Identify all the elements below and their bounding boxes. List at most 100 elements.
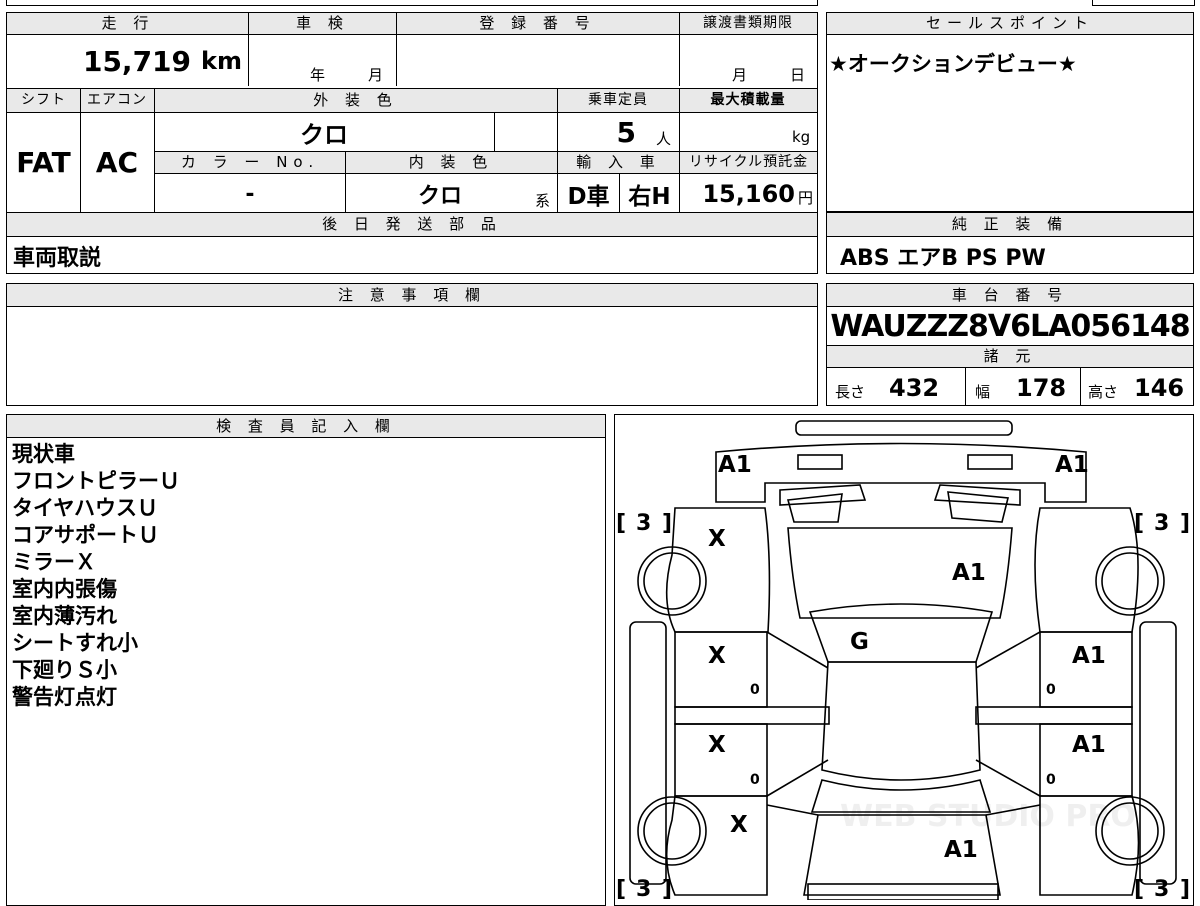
mark-front-left-pillar: A1 [718,452,752,478]
grille-left-shape [786,493,843,523]
inspector-note: 下廻りＳ小 [12,658,117,682]
width-label: 幅 [975,383,991,401]
tire-rr-bracket-right: ] [1180,877,1190,900]
recycle-unit: 円 [797,188,813,207]
tire-fl-bracket-left: [ [616,511,626,536]
front-bumper-shape [795,420,1013,436]
tire-fr-bracket-left: [ [1134,511,1144,536]
recycle-header: リサイクル預託金 [680,151,817,174]
capacity-unit: 人 [655,129,671,148]
tire-rear-left-shape [637,796,707,866]
top-cropped-strip-right [1092,0,1195,6]
car-diagram: A1 A1 X A1 G X A1 X A1 X A1 0 0 0 0 [ 3 … [616,420,1190,900]
import-dealer: D車 [567,184,610,210]
mark-tire-rr: 3 [1154,877,1169,900]
tire-fl-bracket-right: ] [662,511,672,536]
max-load-header: 最大積載量 [679,89,817,113]
grille-right-shape [947,491,1010,523]
rear-bumper-shape [807,883,999,900]
capacity-value-cell: 5 人 [557,113,679,151]
mark-step-fl: 0 [750,682,760,698]
mark-trunk: A1 [944,837,978,863]
left-side-sill-shape [674,706,830,725]
interior-suffix: 系 [535,192,551,210]
shaken-month: 月 [368,66,384,84]
mark-hood: A1 [952,560,986,586]
mark-fender-fl: X [708,526,726,552]
max-load-unit: kg [792,128,811,146]
sales-point-text: ★オークションデビュー★ [829,52,1077,76]
shift-header: シフト [7,89,80,113]
length-value: 432 [889,374,940,402]
tire-rl-bracket-right: ] [662,877,672,900]
specs-header: 諸 元 [827,345,1193,368]
import-header: 輸 入 車 [558,151,679,174]
capacity-value: 5 [616,115,636,149]
recycle-value: 15,160 [702,180,795,208]
cowl-shape [779,484,867,506]
registration-header: 登 録 番 号 [396,13,679,35]
tire-front-left-shape [643,552,701,610]
exterior-color-value: クロ [300,120,348,149]
divider [679,13,680,86]
inspector-note: 現状車 [12,442,75,466]
inspector-header: 検 査 員 記 入 欄 [7,415,605,438]
divider [965,368,966,406]
recycle-value-cell: 15,160 円 [680,176,817,212]
inspector-notes: 現状車 フロントピラーＵ タイヤハウスＵ コアサポートＵ ミラーＸ 室内内張傷 … [12,441,180,711]
mark-tire-fl: 3 [636,511,651,536]
mark-door-fr: A1 [1072,643,1106,669]
color-no-value: - [245,181,255,207]
aircon-header: エアコン [80,89,154,113]
mark-door-fl: X [708,643,726,669]
divider [396,13,397,86]
inspector-note: シートすれ小 [12,631,138,655]
right-rocker-shape [1139,621,1177,885]
height-label: 高さ [1088,383,1119,401]
equipment-header: 純 正 装 備 [827,213,1193,237]
shift-value: FAT [16,146,71,179]
right-door-step-line [975,631,1041,669]
mark-front-right-pillar: A1 [1055,452,1089,478]
tire-rear-left-shape [643,802,701,860]
mark-door-rr: A1 [1072,732,1106,758]
shaken-year: 年 [310,66,326,84]
rear-quarter-left-line [766,804,819,816]
divider [494,113,495,151]
length-label: 長さ [835,383,866,401]
mileage-value-cell: 15,719 km [7,36,248,86]
mark-step-rl: 0 [750,772,760,788]
width-value: 178 [1016,374,1067,402]
mark-step-rr: 0 [1046,772,1056,788]
headlight-left-shape [797,454,843,470]
right-door-step-line [975,759,1041,797]
divider [1080,368,1081,406]
roof-shape [821,661,981,781]
tire-front-right-shape [1095,546,1165,616]
import-handle: 右H [628,184,671,210]
mark-tire-rl: 3 [636,877,651,900]
inspector-note: コアサポートＵ [12,523,159,547]
interior-color-header: 内 装 色 [345,151,557,174]
aircon-value: AC [95,146,139,179]
headlight-right-shape [967,454,1013,470]
capacity-header: 乗車定員 [557,89,679,113]
height-value: 146 [1134,374,1185,402]
mark-step-fr: 0 [1046,682,1056,698]
exterior-color-header: 外 装 色 [154,89,557,113]
transfer-day: 日 [790,66,806,84]
divider [248,13,249,86]
mark-tire-fr: 3 [1154,511,1169,536]
chassis-header: 車 台 番 号 [827,284,1193,307]
mark-windshield: G [850,629,869,655]
transfer-header: 譲渡書類期限 [679,13,817,35]
mileage-value: 15,719 [82,44,192,78]
chassis-number: WAUZZZ8V6LA056148 [830,308,1190,344]
later-parts-value: 車両取説 [13,246,102,271]
mileage-unit: km [201,47,242,75]
sales-point-header: セールスポイント [827,13,1193,35]
color-no-header: カ ラ ー No. [155,151,345,174]
watermark: WEB STUDIO PRO [840,799,1136,834]
inspector-note: ミラーＸ [12,550,96,574]
inspector-note: タイヤハウスＵ [12,496,158,520]
